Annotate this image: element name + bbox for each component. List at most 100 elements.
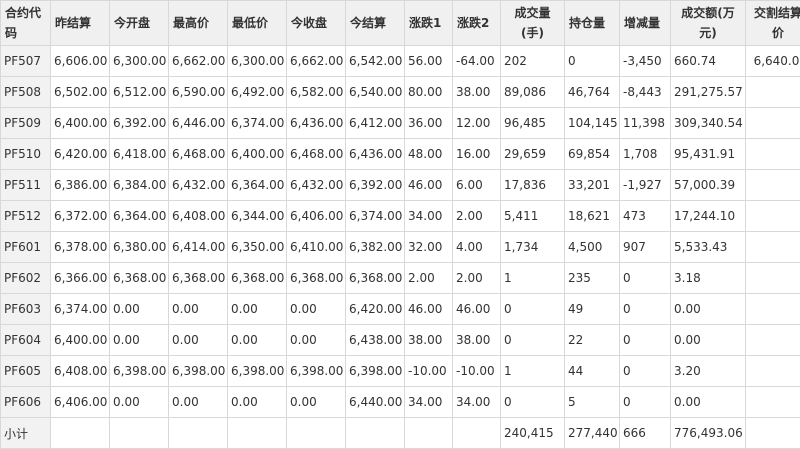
cell-prev-settle: 6,386.00 — [51, 170, 110, 201]
cell-turnover: 57,000.39 — [671, 170, 746, 201]
cell-close: 6,432.00 — [287, 170, 346, 201]
cell-volume: 0 — [501, 294, 565, 325]
subtotal-empty-cell — [110, 418, 169, 449]
cell-turnover: 0.00 — [671, 294, 746, 325]
cell-settle: 6,374.00 — [346, 201, 405, 232]
table-row: PF6066,406.000.000.000.000.006,440.0034.… — [1, 387, 800, 418]
cell-turnover: 0.00 — [671, 387, 746, 418]
cell-volume: 96,485 — [501, 108, 565, 139]
table-row: PF5126,372.006,364.006,408.006,344.006,4… — [1, 201, 800, 232]
cell-prev-settle: 6,372.00 — [51, 201, 110, 232]
futures-quote-table: 合约代码 昨结算 今开盘 最高价 最低价 今收盘 今结算 涨跌1 涨跌2 成交量… — [0, 0, 800, 449]
cell-delivery-settle — [746, 170, 800, 201]
cell-open: 6,512.00 — [110, 77, 169, 108]
cell-delivery-settle: 6,640.00 — [746, 46, 800, 77]
table-row: PF5086,502.006,512.006,590.006,492.006,5… — [1, 77, 800, 108]
cell-close: 6,662.00 — [287, 46, 346, 77]
cell-change2: -10.00 — [453, 356, 501, 387]
table-row: PF6026,366.006,368.006,368.006,368.006,3… — [1, 263, 800, 294]
cell-volume: 0 — [501, 325, 565, 356]
cell-contract-code: PF509 — [1, 108, 51, 139]
cell-change1: 48.00 — [405, 139, 453, 170]
cell-open-interest: 44 — [565, 356, 620, 387]
cell-open: 6,418.00 — [110, 139, 169, 170]
cell-low: 6,344.00 — [228, 201, 287, 232]
cell-open-interest: 104,145 — [565, 108, 620, 139]
cell-close: 6,368.00 — [287, 263, 346, 294]
cell-oi-change: 0 — [620, 325, 671, 356]
subtotal-empty-cell — [346, 418, 405, 449]
cell-high: 6,590.00 — [169, 77, 228, 108]
cell-contract-code: PF603 — [1, 294, 51, 325]
table-row: PF5076,606.006,300.006,662.006,300.006,6… — [1, 46, 800, 77]
table-row: PF5106,420.006,418.006,468.006,400.006,4… — [1, 139, 800, 170]
cell-high: 6,408.00 — [169, 201, 228, 232]
cell-change2: 38.00 — [453, 325, 501, 356]
cell-contract-code: PF512 — [1, 201, 51, 232]
cell-contract-code: PF606 — [1, 387, 51, 418]
cell-open-interest: 18,621 — [565, 201, 620, 232]
cell-high: 0.00 — [169, 325, 228, 356]
cell-volume: 89,086 — [501, 77, 565, 108]
cell-delivery-settle — [746, 139, 800, 170]
cell-oi-change: -8,443 — [620, 77, 671, 108]
cell-open-interest: 49 — [565, 294, 620, 325]
table-row: PF5116,386.006,384.006,432.006,364.006,4… — [1, 170, 800, 201]
header-close: 今收盘 — [287, 1, 346, 46]
cell-open-interest: 46,764 — [565, 77, 620, 108]
cell-close: 6,398.00 — [287, 356, 346, 387]
cell-volume: 1,734 — [501, 232, 565, 263]
cell-contract-code: PF604 — [1, 325, 51, 356]
cell-close: 0.00 — [287, 387, 346, 418]
cell-low: 6,368.00 — [228, 263, 287, 294]
cell-prev-settle: 6,378.00 — [51, 232, 110, 263]
cell-close: 0.00 — [287, 325, 346, 356]
cell-contract-code: PF507 — [1, 46, 51, 77]
cell-settle: 6,542.00 — [346, 46, 405, 77]
cell-change1: 34.00 — [405, 387, 453, 418]
cell-oi-change: 473 — [620, 201, 671, 232]
cell-change1: 2.00 — [405, 263, 453, 294]
cell-turnover: 3.18 — [671, 263, 746, 294]
subtotal-open-interest: 277,440 — [565, 418, 620, 449]
cell-oi-change: 0 — [620, 263, 671, 294]
subtotal-turnover: 776,493.06 — [671, 418, 746, 449]
cell-change2: 2.00 — [453, 263, 501, 294]
cell-turnover: 5,533.43 — [671, 232, 746, 263]
cell-prev-settle: 6,366.00 — [51, 263, 110, 294]
cell-close: 6,436.00 — [287, 108, 346, 139]
cell-delivery-settle — [746, 232, 800, 263]
table-row: PF6046,400.000.000.000.000.006,438.0038.… — [1, 325, 800, 356]
cell-prev-settle: 6,406.00 — [51, 387, 110, 418]
cell-turnover: 660.74 — [671, 46, 746, 77]
cell-change2: 12.00 — [453, 108, 501, 139]
cell-change2: 4.00 — [453, 232, 501, 263]
cell-settle: 6,438.00 — [346, 325, 405, 356]
cell-settle: 6,420.00 — [346, 294, 405, 325]
cell-delivery-settle — [746, 325, 800, 356]
cell-delivery-settle — [746, 356, 800, 387]
subtotal-empty-cell — [405, 418, 453, 449]
cell-settle: 6,440.00 — [346, 387, 405, 418]
cell-oi-change: 0 — [620, 294, 671, 325]
cell-close: 6,410.00 — [287, 232, 346, 263]
cell-change2: 46.00 — [453, 294, 501, 325]
cell-high: 0.00 — [169, 294, 228, 325]
cell-delivery-settle — [746, 108, 800, 139]
subtotal-row: 小计240,415277,440666776,493.06 — [1, 418, 800, 449]
cell-high: 6,368.00 — [169, 263, 228, 294]
cell-low: 0.00 — [228, 387, 287, 418]
table-row: PF6036,374.000.000.000.000.006,420.0046.… — [1, 294, 800, 325]
cell-close: 6,468.00 — [287, 139, 346, 170]
cell-delivery-settle — [746, 387, 800, 418]
cell-close: 6,582.00 — [287, 77, 346, 108]
cell-turnover: 95,431.91 — [671, 139, 746, 170]
cell-low: 6,374.00 — [228, 108, 287, 139]
cell-settle: 6,436.00 — [346, 139, 405, 170]
cell-change1: 36.00 — [405, 108, 453, 139]
subtotal-empty-cell — [287, 418, 346, 449]
table-row: PF5096,400.006,392.006,446.006,374.006,4… — [1, 108, 800, 139]
subtotal-empty-cell — [228, 418, 287, 449]
cell-open-interest: 235 — [565, 263, 620, 294]
cell-oi-change: -1,927 — [620, 170, 671, 201]
